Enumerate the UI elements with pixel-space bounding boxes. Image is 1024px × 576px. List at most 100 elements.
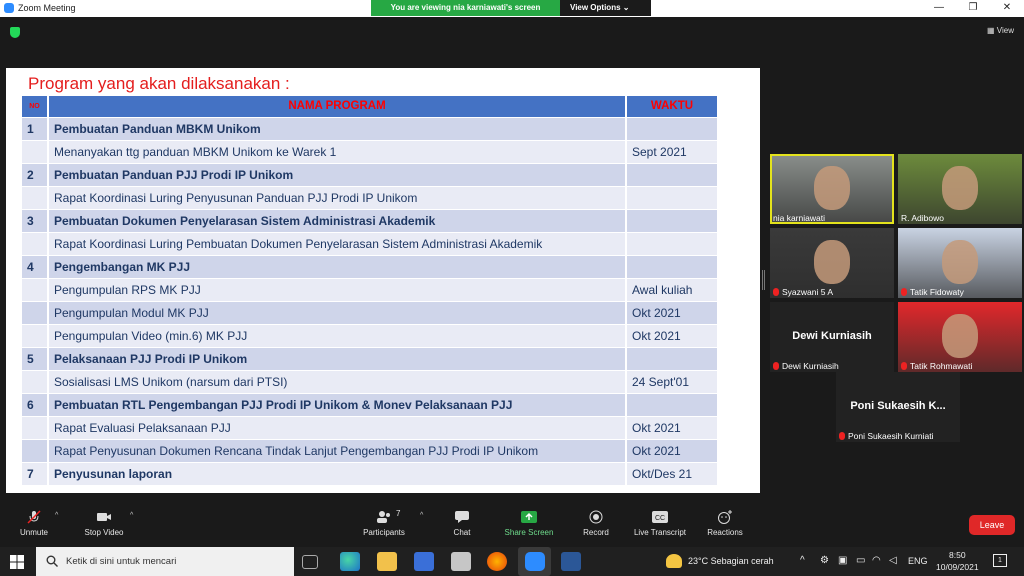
system-clock[interactable]: 8:50 10/09/2021 xyxy=(936,549,979,573)
participants-icon xyxy=(377,511,390,523)
participant-tile[interactable]: Tatik Fidowaty xyxy=(898,228,1022,298)
program-name: Pembuatan RTL Pengembangan PJJ Prodi IP … xyxy=(48,393,627,417)
edge-browser-icon[interactable] xyxy=(340,552,360,571)
volume-icon[interactable]: ◁ xyxy=(889,555,897,566)
participant-tile[interactable]: nia karniawati xyxy=(770,154,894,224)
slide-title: Program yang akan dilaksanakan : xyxy=(28,74,290,93)
participant-name: R. Adibowo xyxy=(901,213,944,223)
leave-button[interactable]: Leave xyxy=(969,515,1015,535)
windows-start-icon[interactable] xyxy=(10,555,24,569)
resize-handle[interactable] xyxy=(762,270,765,290)
language-indicator[interactable]: ENG xyxy=(908,556,928,566)
view-options-button[interactable]: View Options ⌄ xyxy=(560,0,651,16)
notification-count: 1 xyxy=(998,557,1002,564)
audio-options-caret[interactable]: ^ xyxy=(55,512,58,519)
wifi-icon[interactable]: ◠ xyxy=(872,555,881,566)
participant-tile[interactable]: Dewi Kurniasih Dewi Kurniasih xyxy=(770,302,894,372)
chat-button[interactable]: Chat xyxy=(445,510,479,537)
participant-tile[interactable]: Poni Sukaesih K... Poni Sukaesih Kurniati xyxy=(836,372,960,442)
weather-text[interactable]: 23°C Sebagian cerah xyxy=(688,556,774,566)
chevron-up-icon[interactable]: ^ xyxy=(800,555,805,566)
participants-button[interactable]: Participants xyxy=(358,510,410,537)
clock-date: 10/09/2021 xyxy=(936,562,979,572)
participants-label: Participants xyxy=(363,528,405,537)
row-number xyxy=(22,301,49,325)
program-name: Rapat Evaluasi Pelaksanaan PJJ xyxy=(48,416,627,440)
program-name: Pelaksanaan PJJ Prodi IP Unikom xyxy=(48,347,627,371)
window-controls: — ❐ ✕ xyxy=(922,0,1024,17)
row-number: 6 xyxy=(22,393,49,417)
app-title: Zoom Meeting xyxy=(4,3,76,13)
program-name: Rapat Penyusunan Dokumen Rencana Tindak … xyxy=(48,439,627,463)
program-table-body: 1 Pembuatan Panduan MBKM Unikom Menanyakan… xyxy=(22,117,719,486)
table-row: Pengumpulan RPS MK PJJ Awal kuliah xyxy=(22,278,719,302)
row-number xyxy=(22,140,49,164)
maximize-button[interactable]: ❐ xyxy=(956,0,990,17)
task-view-icon[interactable] xyxy=(302,555,318,569)
view-options-label: View Options xyxy=(570,3,621,12)
close-button[interactable]: ✕ xyxy=(990,0,1024,17)
zoom-taskbar-button[interactable] xyxy=(518,547,551,576)
reactions-icon xyxy=(718,510,732,524)
program-name: Rapat Koordinasi Luring Pembuatan Dokume… xyxy=(48,232,627,256)
participant-tile[interactable]: Syazwani 5 A xyxy=(770,228,894,298)
chevron-down-icon: ⌄ xyxy=(622,3,630,12)
participants-options-caret[interactable]: ^ xyxy=(420,512,423,519)
participant-name: Poni Sukaesih Kurniati xyxy=(848,431,934,441)
participant-name-tag: Tatik Rohmawati xyxy=(901,361,972,371)
view-button[interactable]: ▦ View xyxy=(987,26,1014,35)
live-transcript-label: Live Transcript xyxy=(633,528,687,537)
battery-icon[interactable]: ▭ xyxy=(856,555,865,566)
windows-taskbar: Ketik di sini untuk mencari 23°C Sebagia… xyxy=(0,547,1024,576)
record-icon xyxy=(589,510,603,524)
search-icon xyxy=(46,555,58,567)
dropbox-app-icon[interactable] xyxy=(451,552,471,571)
program-name: Sosialisasi LMS Unikom (narsum dari PTSI… xyxy=(48,370,627,394)
table-row: Pengumpulan Modul MK PJJ Okt 2021 xyxy=(22,301,719,325)
program-table: NO NAMA PROGRAM WAKTU 1 Pembuatan Panduan… xyxy=(22,96,719,486)
participant-tile[interactable]: R. Adibowo xyxy=(898,154,1022,224)
share-screen-button[interactable]: Share Screen xyxy=(500,510,558,537)
program-time: Awal kuliah xyxy=(626,278,719,302)
live-transcript-button[interactable]: CC Live Transcript xyxy=(628,510,692,537)
window-title: Zoom Meeting xyxy=(18,3,76,13)
program-name: Pengumpulan RPS MK PJJ xyxy=(48,278,627,302)
reactions-button[interactable]: Reactions xyxy=(703,510,747,537)
video-options-caret[interactable]: ^ xyxy=(130,512,133,519)
microsoft-store-icon[interactable] xyxy=(414,552,434,571)
minimize-button[interactable]: — xyxy=(922,0,956,17)
table-row: Rapat Penyusunan Dokumen Rencana Tindak … xyxy=(22,439,719,463)
program-name: Pengembangan MK PJJ xyxy=(48,255,627,279)
meeting-stage: ▦ View Program yang akan dilaksanakan : … xyxy=(0,17,1024,505)
stop-video-button[interactable]: Stop Video xyxy=(80,510,128,537)
unmute-button[interactable]: Unmute xyxy=(16,510,52,537)
video-camera-icon xyxy=(97,513,111,521)
table-row: 7 Penyusunan laporan Okt/Des 21 xyxy=(22,462,719,486)
program-name: Pengumpulan Modul MK PJJ xyxy=(48,301,627,325)
record-button[interactable]: Record xyxy=(577,510,615,537)
window-titlebar: Zoom Meeting You are viewing nia karniaw… xyxy=(0,0,1024,17)
record-label: Record xyxy=(583,528,609,537)
taskbar-search-box[interactable]: Ketik di sini untuk mencari xyxy=(36,547,294,576)
program-time: Okt 2021 xyxy=(626,439,719,463)
chat-tray-icon[interactable]: ▣ xyxy=(838,555,847,566)
mic-muted-icon xyxy=(901,362,907,370)
grid-icon: ▦ xyxy=(987,26,995,35)
mic-muted-icon xyxy=(773,362,779,370)
participant-gallery: nia karniawati R. Adibowo Syazwani 5 A Tati… xyxy=(770,154,1022,444)
participant-name: Dewi Kurniasih xyxy=(782,361,839,371)
table-row: 2 Pembuatan Panduan PJJ Prodi IP Unikom xyxy=(22,163,719,187)
participant-video xyxy=(942,166,978,210)
table-row: 5 Pelaksanaan PJJ Prodi IP Unikom xyxy=(22,347,719,371)
participant-name: Tatik Fidowaty xyxy=(910,287,964,297)
shield-icon[interactable] xyxy=(10,27,20,38)
word-app-icon[interactable] xyxy=(561,552,581,571)
participant-tile[interactable]: Tatik Rohmawati xyxy=(898,302,1022,372)
file-explorer-icon[interactable] xyxy=(377,552,397,571)
chat-label: Chat xyxy=(453,528,471,537)
gear-icon[interactable]: ⚙ xyxy=(820,555,829,566)
firefox-icon[interactable] xyxy=(487,552,507,571)
weather-cloud-sun-icon xyxy=(666,554,682,568)
row-number: 1 xyxy=(22,117,49,141)
notification-center-icon[interactable]: 1 xyxy=(993,554,1007,567)
